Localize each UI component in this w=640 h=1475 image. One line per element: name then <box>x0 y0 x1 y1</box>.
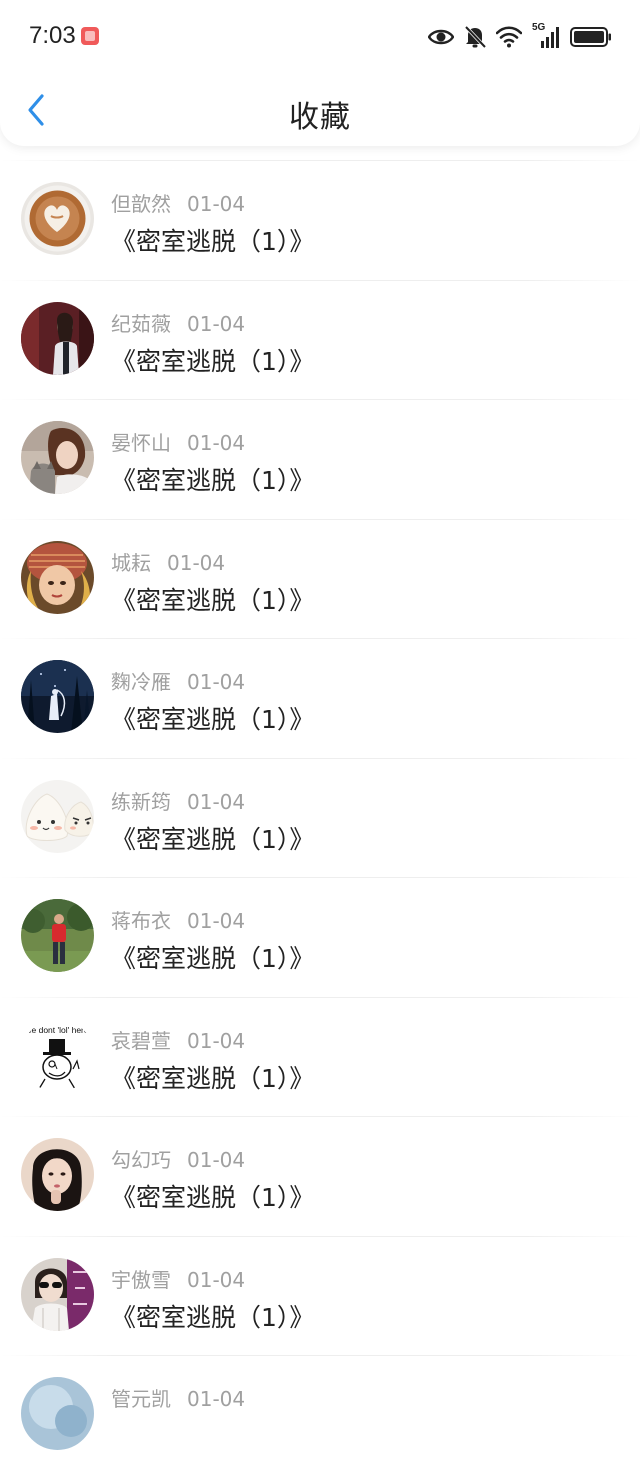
item-title: 《密室逃脱（1）》 <box>111 585 315 615</box>
item-author: 宇傲雪 <box>111 1267 171 1292</box>
list-item[interactable]: 纪茹薇 01-04 《密室逃脱（1）》 <box>0 279 640 399</box>
list-item[interactable]: 城耘 01-04 《密室逃脱（1）》 <box>0 518 640 638</box>
item-date: 01-04 <box>187 431 246 455</box>
item-title: 《密室逃脱（1）》 <box>111 466 315 495</box>
avatar[interactable] <box>21 182 94 255</box>
list-item[interactable]: 蒋布衣 01-04 《密室逃脱（1）》 <box>0 877 640 997</box>
item-date: 01-04 <box>187 670 246 694</box>
list-divider <box>0 1355 640 1356</box>
signal-5g-icon: 5G <box>532 22 560 49</box>
list-divider <box>0 1235 640 1237</box>
status-bar: 7:03 5G <box>0 0 640 74</box>
item-title: 《密室逃脱（1）》 <box>111 944 315 973</box>
item-date: 01-04 <box>187 909 246 933</box>
item-date: 01-04 <box>187 1387 246 1411</box>
wifi-icon <box>496 26 522 48</box>
status-icons: 5G <box>428 22 612 51</box>
item-meta: 勾幻巧 01-04 <box>111 1144 245 1173</box>
avatar[interactable] <box>21 540 94 614</box>
avatar[interactable] <box>21 1138 94 1211</box>
list-divider <box>0 399 640 400</box>
avatar[interactable]: we dont 'lol' here <box>21 1018 94 1092</box>
item-meta: 城耘 01-04 <box>111 547 225 576</box>
item-meta: 练新筠 01-04 <box>111 786 245 815</box>
favorites-list: 但歆然 01-04 《密室逃脱（1）》 纪茹薇 01-04 《密室逃脱（1）》 <box>0 160 640 1475</box>
item-author: 麴冷雁 <box>111 670 171 694</box>
list-item[interactable]: 麴冷雁 01-04 《密室逃脱（1）》 <box>0 638 640 758</box>
item-meta: 晏怀山 01-04 <box>111 427 245 456</box>
nav-bar: 收藏 <box>0 74 640 146</box>
avatar-caption: we dont 'lol' here <box>24 1025 89 1035</box>
avatar[interactable] <box>21 301 94 375</box>
item-date: 01-04 <box>187 789 246 814</box>
list-item[interactable]: 但歆然 01-04 《密室逃脱（1）》 <box>0 160 640 280</box>
item-meta: 麴冷雁 01-04 <box>111 666 245 695</box>
item-title: 《密室逃脱（1）》 <box>111 824 315 854</box>
list-divider <box>0 638 640 639</box>
item-title: 《密室逃脱（1）》 <box>111 1183 315 1212</box>
item-author: 蒋布衣 <box>111 909 171 933</box>
battery-icon <box>570 26 612 48</box>
item-date: 01-04 <box>167 550 226 575</box>
list-item[interactable]: 勾幻巧 01-04 《密室逃脱（1）》 <box>0 1116 640 1236</box>
avatar[interactable] <box>21 899 94 972</box>
item-date: 01-04 <box>187 311 246 336</box>
item-title: 《密室逃脱（1）》 <box>111 1063 315 1093</box>
eye-icon <box>428 27 454 47</box>
item-author: 但歆然 <box>111 192 171 216</box>
list-item[interactable]: 管元凯 01-04 <box>0 1355 640 1475</box>
item-title: 《密室逃脱（1）》 <box>111 227 315 256</box>
item-date: 01-04 <box>187 1148 246 1172</box>
item-author: 练新筠 <box>111 789 171 814</box>
list-divider <box>0 757 640 759</box>
avatar[interactable] <box>21 421 94 494</box>
list-divider <box>0 996 640 998</box>
avatar[interactable] <box>21 779 94 853</box>
list-item[interactable]: 晏怀山 01-04 《密室逃脱（1）》 <box>0 399 640 519</box>
item-meta: 蒋布衣 01-04 <box>111 905 245 934</box>
item-author: 城耘 <box>111 550 151 575</box>
item-date: 01-04 <box>187 192 246 216</box>
list-divider <box>0 279 640 281</box>
item-date: 01-04 <box>187 1028 246 1053</box>
list-item[interactable]: 练新筠 01-04 《密室逃脱（1）》 <box>0 757 640 877</box>
list-item[interactable]: we dont 'lol' here 哀碧萱 01-04 《密室逃脱（1）》 <box>0 996 640 1116</box>
status-time: 7:03 <box>29 22 76 49</box>
item-date: 01-04 <box>187 1267 246 1292</box>
item-meta: 纪茹薇 01-04 <box>111 308 245 337</box>
page-title: 收藏 <box>289 100 351 135</box>
list-divider <box>0 160 640 161</box>
item-author: 哀碧萱 <box>111 1028 171 1053</box>
avatar[interactable] <box>21 660 94 733</box>
item-author: 晏怀山 <box>111 431 171 455</box>
item-title: 《密室逃脱（1）》 <box>111 1302 315 1332</box>
item-meta: 宇傲雪 01-04 <box>111 1264 245 1293</box>
item-meta: 但歆然 01-04 <box>111 188 245 217</box>
item-meta: 哀碧萱 01-04 <box>111 1025 245 1054</box>
item-title: 《密室逃脱（1）》 <box>111 346 315 376</box>
list-divider <box>0 1116 640 1117</box>
notification-icon <box>81 27 99 45</box>
item-author: 勾幻巧 <box>111 1148 171 1172</box>
list-divider <box>0 518 640 520</box>
avatar[interactable] <box>21 1257 94 1331</box>
list-item[interactable]: 宇傲雪 01-04 《密室逃脱（1）》 <box>0 1235 640 1355</box>
item-author: 管元凯 <box>111 1387 171 1411</box>
bell-off-icon <box>464 25 486 49</box>
item-title: 《密室逃脱（1）》 <box>111 705 315 734</box>
header-card: 7:03 5G 收藏 <box>0 0 640 146</box>
item-author: 纪茹薇 <box>111 311 171 336</box>
avatar[interactable] <box>21 1377 94 1450</box>
list-divider <box>0 877 640 878</box>
item-meta: 管元凯 01-04 <box>111 1383 245 1412</box>
